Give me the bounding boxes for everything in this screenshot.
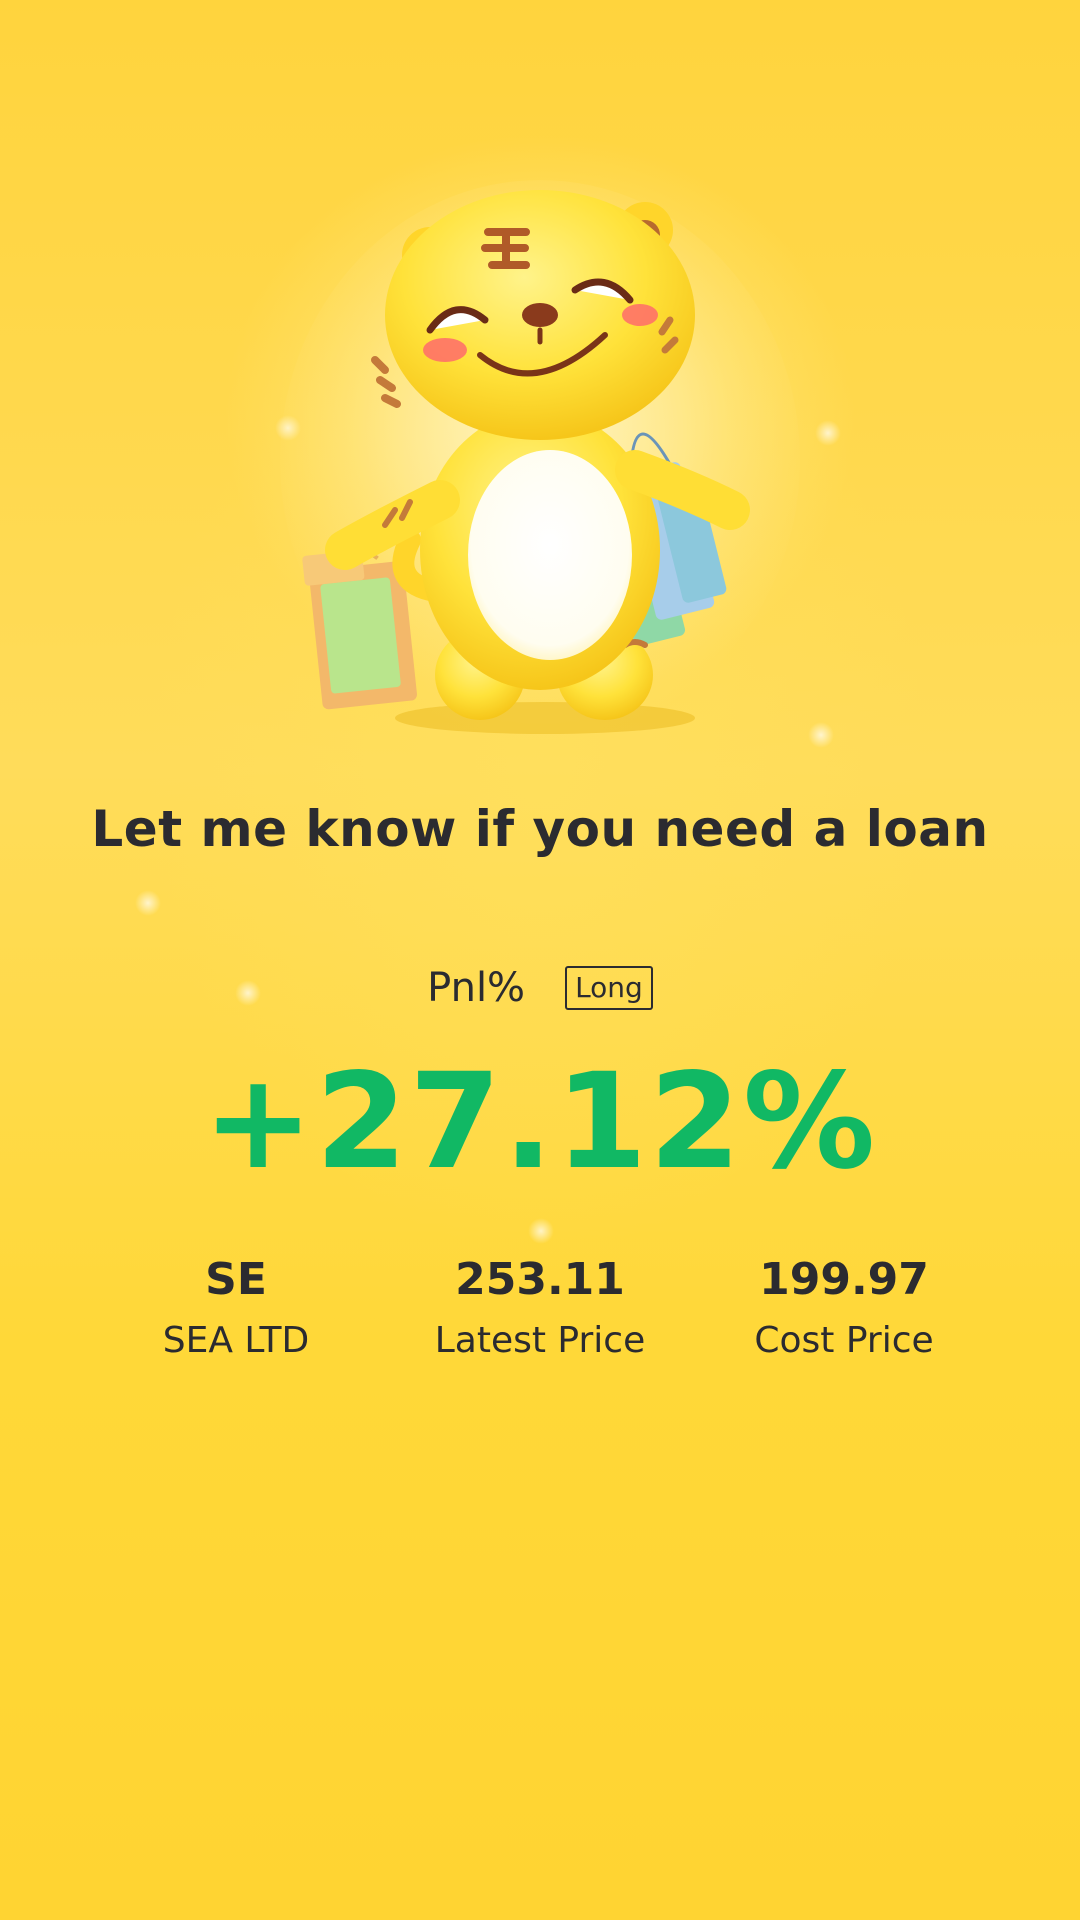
tiger-mascot-icon xyxy=(270,170,810,750)
pnl-percentage: +27.12% xyxy=(202,1045,878,1199)
sparkle xyxy=(815,420,841,446)
sparkle xyxy=(528,1218,554,1244)
sparkle xyxy=(808,722,834,748)
cost-price-label: Cost Price xyxy=(754,1320,934,1361)
pnl-header: Pnl% Long xyxy=(0,965,1080,1011)
position-type-badge: Long xyxy=(565,966,653,1010)
stat-cost-price: 199.97 Cost Price xyxy=(664,1250,1024,1361)
cost-price-value: 199.97 xyxy=(759,1254,929,1305)
pnl-label: Pnl% xyxy=(427,965,526,1011)
sparkle xyxy=(135,890,161,916)
headline: Let me know if you need a loan xyxy=(91,800,989,858)
stats-row: SE SEA LTD 253.11 Latest Price 199.97 Co… xyxy=(0,1250,1080,1380)
